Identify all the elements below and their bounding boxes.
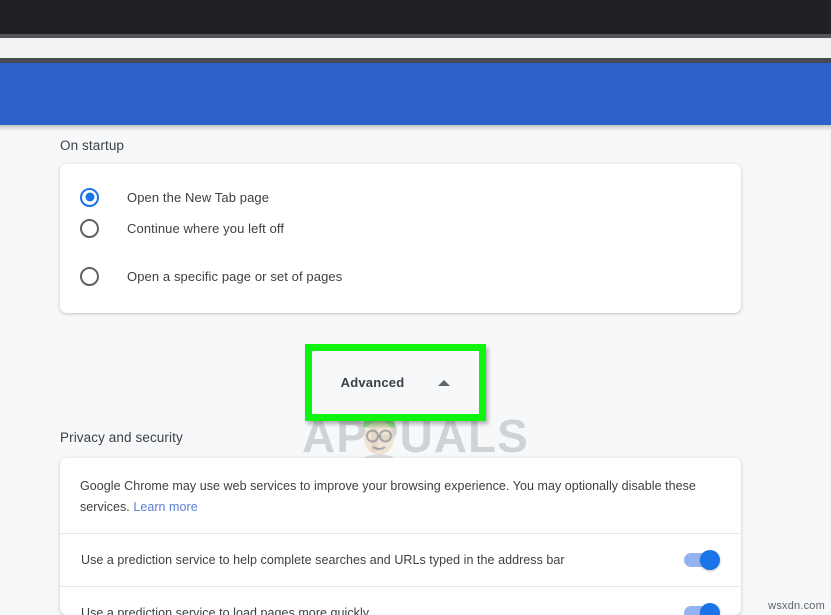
toggle-switch-on[interactable] [684,602,720,615]
toggle-knob [700,549,720,570]
section-title-on-startup: On startup [60,138,125,153]
learn-more-link[interactable]: Learn more [133,500,197,514]
settings-header: Search settings [0,63,831,182]
radio-unselected-icon[interactable] [80,266,99,286]
startup-option-label: Continue where you left off [127,220,285,236]
browser-toolbar [0,38,831,58]
privacy-and-security-card: Google Chrome may use web services to im… [60,458,741,615]
startup-option-label: Open a specific page or set of pages [127,268,343,284]
radio-unselected-icon[interactable] [80,218,99,238]
browser-title-bar [0,0,831,34]
setting-row-prediction-address-bar[interactable]: Use a prediction service to help complet… [60,533,741,586]
settings-screenshot: Search settings On startup Open the New … [0,0,831,615]
startup-option-label: Open the New Tab page [127,189,270,205]
privacy-description: Google Chrome may use web services to im… [80,476,720,518]
startup-option-continue[interactable]: Continue where you left off [60,204,741,252]
setting-row-prediction-load-pages[interactable]: Use a prediction service to load pages m… [60,586,741,615]
settings-content: On startup Open the New Tab page Continu… [0,131,831,615]
toggle-switch-on[interactable] [684,549,720,570]
advanced-highlight-annotation [305,344,486,421]
startup-option-specific-page[interactable]: Open a specific page or set of pages [60,252,741,300]
toggle-knob [700,602,720,615]
section-title-privacy-and-security: Privacy and security [60,430,183,445]
setting-label: Use a prediction service to help complet… [81,552,565,567]
source-credit: wsxdn.com [768,600,825,612]
setting-label: Use a prediction service to load pages m… [81,605,370,615]
on-startup-card: Open the New Tab page Continue where you… [60,164,741,313]
